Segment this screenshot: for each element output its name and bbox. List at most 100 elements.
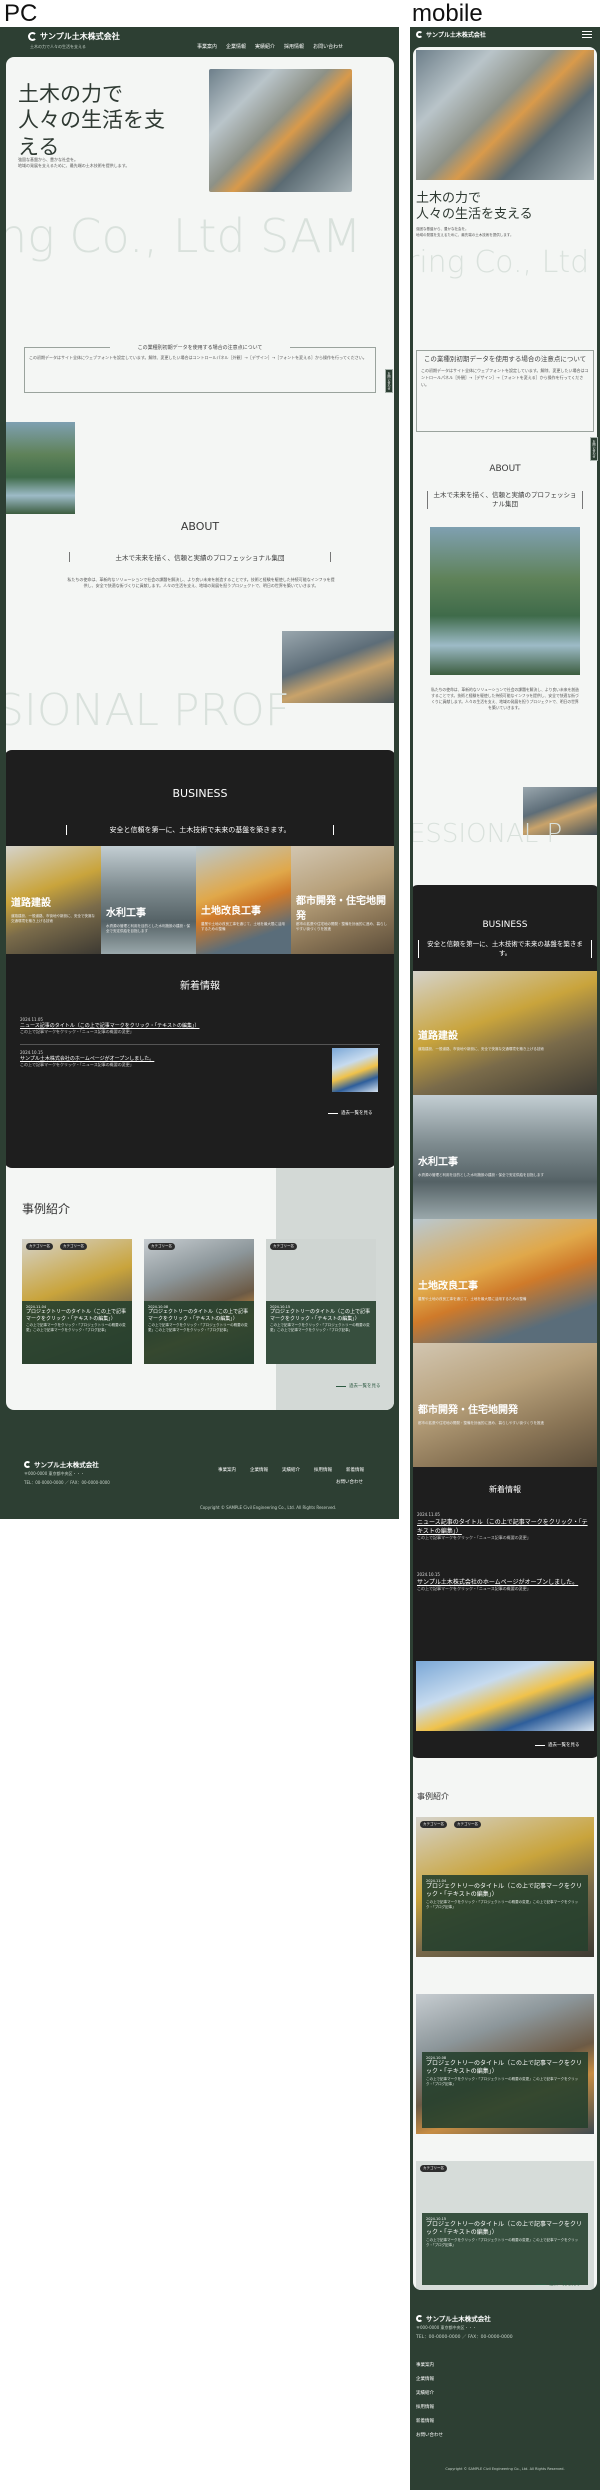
- case-card[interactable]: カテゴリー名 2024.10.15 プロジェクトリーのタイトル（この上で記事マー…: [416, 2161, 594, 2290]
- footer-link-works[interactable]: 実績紹介: [416, 2390, 434, 2396]
- nav-item-contact[interactable]: お問い合わせ: [313, 43, 343, 50]
- footer-link-business[interactable]: 事業案内: [416, 2362, 434, 2368]
- business-card-road[interactable]: 道路建設 道路建設、一般道路、市街地や新設に、安全で快適な交通環境を築き上げる技…: [6, 846, 101, 954]
- footer-link-news[interactable]: 新着情報: [416, 2418, 434, 2424]
- case-category-tag[interactable]: カテゴリー名: [420, 1821, 447, 1828]
- contact-side-tab[interactable]: お問い合わせ: [385, 369, 393, 393]
- about-bg-text: ESSIONAL P: [413, 819, 563, 849]
- business-card-water[interactable]: 水利工事 水資源の管理と利用を目的とした水利施設の建設・保全で安定供給を目指しま…: [413, 1095, 597, 1219]
- business-card-urban[interactable]: 都市開発・住宅地開発 都市の拡張や住宅地の開発・整備を計画的に進め、暮らしやすい…: [291, 846, 394, 954]
- notice-box: この業種別初期データを使用する場合の注意点について この初期データはサイト全体に…: [416, 350, 594, 432]
- business-catch: 安全と信頼を第一に、土木技術で未来の基盤を築きます。: [418, 940, 592, 959]
- hero-bg-text: ring Co., Ltd: [413, 245, 590, 280]
- case-card[interactable]: カテゴリー名 2024.10.08 プロジェクトリーのタイトル（この上で記事マー…: [144, 1239, 254, 1364]
- case-category-tag[interactable]: カテゴリー名: [420, 2165, 447, 2172]
- case-title: プロジェクトリーのタイトル（この上で記事マークをクリック・「テキストの編集」）: [426, 2221, 583, 2237]
- case-category-tag[interactable]: カテゴリー名: [60, 1243, 87, 1250]
- business-card-urban[interactable]: 都市開発・住宅地開発 都市の拡張や住宅地の開発・整備を計画的に進め、暮らしやすい…: [413, 1343, 597, 1467]
- nav-item-company[interactable]: 企業情報: [226, 43, 246, 50]
- about-body: 私たちの使命は、革新的なソリューションで社会の課題を解決し、より良い未来を創造す…: [431, 687, 579, 711]
- business-card-road[interactable]: 道路建設 道路建設、一般道路、市街地や新設に、安全で快適な交通環境を築き上げる技…: [413, 971, 597, 1095]
- case-card[interactable]: 2024.10.08 プロジェクトリーのタイトル（この上で記事マークをクリック・…: [416, 1994, 594, 2134]
- notice-title: この業種別初期データを使用する場合の注意点について: [110, 344, 290, 351]
- footer-link-works[interactable]: 実績紹介: [282, 1467, 300, 1473]
- footer-logo[interactable]: サンプル土木株式会社: [416, 2313, 491, 2323]
- footer-tel: TEL：00-0000-0000 ／ FAX：00-0000-0000: [416, 2335, 513, 2340]
- business-name: 都市開発・住宅地開発: [418, 1405, 518, 1416]
- footer-link-business[interactable]: 事業案内: [218, 1467, 236, 1473]
- news-title-link[interactable]: ニュース記事のタイトル（この上で記事マークをクリック・「テキストの編集」）: [20, 1022, 380, 1029]
- news-desc: この上で記事マークをクリック・「ニュース記事の概要の変更」: [20, 1029, 134, 1034]
- arrow-line-icon: [336, 1385, 346, 1387]
- footer-copyright: Copyright © SAMPLE Civil Engineering Co.…: [200, 1505, 337, 1510]
- footer-link-contact[interactable]: お問い合わせ: [416, 2432, 443, 2438]
- news-title-link[interactable]: サンプル土木株式会社のホームページがオープンしました。: [417, 1577, 593, 1586]
- notice-title: この業種別初期データを使用する場合の注意点について: [423, 355, 587, 363]
- business-card-land[interactable]: 土地改良工事 農業や土地の改良工事を通じて、土地を最大限に活用するための整備: [413, 1219, 597, 1343]
- case-title: プロジェクトリーのタイトル（この上で記事マークをクリック・「テキストの編集」）: [26, 1309, 127, 1322]
- case-title: プロジェクトリーのタイトル（この上で記事マークをクリック・「テキストの編集」）: [148, 1309, 249, 1322]
- news-item[interactable]: 2024.10.15 サンプル土木株式会社のホームページがオープンしました。 こ…: [20, 1050, 320, 1068]
- case-card[interactable]: カテゴリー名 カテゴリー名 2024.11.04 プロジェクトリーのタイトル（こ…: [22, 1239, 132, 1364]
- case-category-tag[interactable]: カテゴリー名: [26, 1243, 53, 1250]
- about-title: ABOUT: [489, 464, 521, 474]
- footer-link-recruit[interactable]: 採用情報: [416, 2404, 434, 2410]
- case-category-tag[interactable]: カテゴリー名: [454, 1821, 481, 1828]
- footer-link-company[interactable]: 企業情報: [416, 2376, 434, 2382]
- business-desc: 農業や土地の改良工事を通じて、土地を最大限に活用するための整備: [418, 1297, 527, 1301]
- logo-mark-icon: [24, 1460, 31, 1468]
- news-title-link[interactable]: サンプル土木株式会社のホームページがオープンしました。: [20, 1055, 320, 1062]
- logo-mark-icon: [416, 31, 423, 38]
- hero-image: [416, 50, 594, 180]
- cases-more-link[interactable]: 過去一覧を見る: [536, 2281, 581, 2287]
- business-title: BUSINESS: [482, 920, 528, 930]
- footer-link-news[interactable]: 新着情報: [346, 1467, 364, 1473]
- about-body: 私たちの使命は、革新的なソリューションで社会の課題を解決し、より良い未来を創造す…: [67, 577, 335, 589]
- footer-link-contact[interactable]: お問い合わせ: [336, 1479, 363, 1485]
- footer-link-company[interactable]: 企業情報: [250, 1467, 268, 1473]
- case-desc: この上で記事マークをクリック・「プロジェクトリーの概要の変更」この上で記事マーク…: [148, 1323, 248, 1332]
- hamburger-menu-icon[interactable]: [582, 31, 592, 38]
- business-name: 道路建設: [11, 898, 51, 909]
- hero-image: [209, 69, 352, 192]
- notice-body: この初期データはサイト全体にウェブフォントを設定しています。解除、変更したい場合…: [29, 355, 367, 360]
- cases-more-link[interactable]: 過去一覧を見る: [336, 1383, 381, 1389]
- site-logo[interactable]: サンプル土木株式会社: [416, 30, 486, 39]
- business-desc: 水資源の管理と利用を目的とした水利施設の建設・保全で安定供給を目指します: [418, 1173, 544, 1177]
- news-title-link[interactable]: ニュース記事のタイトル（この上で記事マークをクリック・「テキストの編集」）: [417, 1517, 593, 1535]
- news-desc: この上で記事マークをクリック・「ニュース記事の概要の変更」: [417, 1586, 531, 1591]
- news-desc: この上で記事マークをクリック・「ニュース記事の概要の変更」: [417, 1535, 531, 1540]
- case-card[interactable]: カテゴリー名 2024.10.15 プロジェクトリーのタイトル（この上で記事マー…: [266, 1239, 376, 1364]
- news-divider: [20, 1044, 380, 1045]
- news-desc: この上で記事マークをクリック・「ニュース記事の概要の変更」: [20, 1062, 134, 1067]
- hero-bg-text: ng Co., Ltd SAM: [6, 209, 362, 263]
- footer-tel: TEL：00-0000-0000 ／ FAX：00-0000-0000: [24, 1480, 110, 1485]
- hero-description: 強固な基盤から、豊かな社会を。 地域の発展を支えるために、最先端の土木技術を提供…: [18, 157, 130, 169]
- footer-address: 〒000-0000 東京都中央区・・・: [416, 2325, 477, 2330]
- nav-item-recruit[interactable]: 採用情報: [284, 43, 304, 50]
- footer-logo[interactable]: サンプル土木株式会社: [24, 1459, 99, 1469]
- nav-item-business[interactable]: 事業案内: [197, 43, 217, 50]
- footer-link-recruit[interactable]: 採用情報: [314, 1467, 332, 1473]
- news-item[interactable]: 2024.11.05 ニュース記事のタイトル（この上で記事マークをクリック・「テ…: [417, 1512, 593, 1541]
- case-category-tag[interactable]: カテゴリー名: [148, 1243, 175, 1250]
- news-item[interactable]: 2024.10.15 サンプル土木株式会社のホームページがオープンしました。 こ…: [417, 1572, 593, 1592]
- news-item[interactable]: 2024.11.05 ニュース記事のタイトル（この上で記事マークをクリック・「テ…: [20, 1017, 380, 1035]
- case-category-tag[interactable]: カテゴリー名: [270, 1243, 297, 1250]
- business-card-land[interactable]: 土地改良工事 農業や土地の改良工事を通じて、土地を最大限に活用するための整備: [196, 846, 291, 954]
- notice-body: この初期データはサイト全体にウェブフォントを設定しています。解除、変更したい場合…: [421, 368, 589, 387]
- business-desc: 水資源の管理と利用を目的とした水利施設の建設・保全で安定供給を目指します: [106, 924, 190, 934]
- cases-title: 事例紹介: [417, 1792, 449, 1801]
- nav-item-works[interactable]: 実績紹介: [255, 43, 275, 50]
- contact-side-tab[interactable]: お問い合わせ: [590, 437, 598, 461]
- mobile-main-card: 土木の力で 人々の生活を支える 強固な基盤から、豊かな社会を。 地域の発展を支え…: [413, 47, 597, 2290]
- about-title: ABOUT: [180, 520, 220, 533]
- site-logo[interactable]: サンプル土木株式会社: [28, 31, 120, 42]
- news-more-link[interactable]: 過去一覧を見る: [535, 1742, 580, 1748]
- case-card[interactable]: カテゴリー名 カテゴリー名 2024.11.04 プロジェクトリーのタイトル（こ…: [416, 1817, 594, 1957]
- news-more-link[interactable]: 過去一覧を見る: [328, 1110, 373, 1116]
- business-card-water[interactable]: 水利工事 水資源の管理と利用を目的とした水利施設の建設・保全で安定供給を目指しま…: [101, 846, 196, 954]
- case-desc: この上で記事マークをクリック・「プロジェクトリーの概要の変更」この上で記事マーク…: [270, 1323, 370, 1332]
- landscape-image: [430, 527, 580, 675]
- business-desc: 農業や土地の改良工事を通じて、土地を最大限に活用するための整備: [201, 922, 285, 932]
